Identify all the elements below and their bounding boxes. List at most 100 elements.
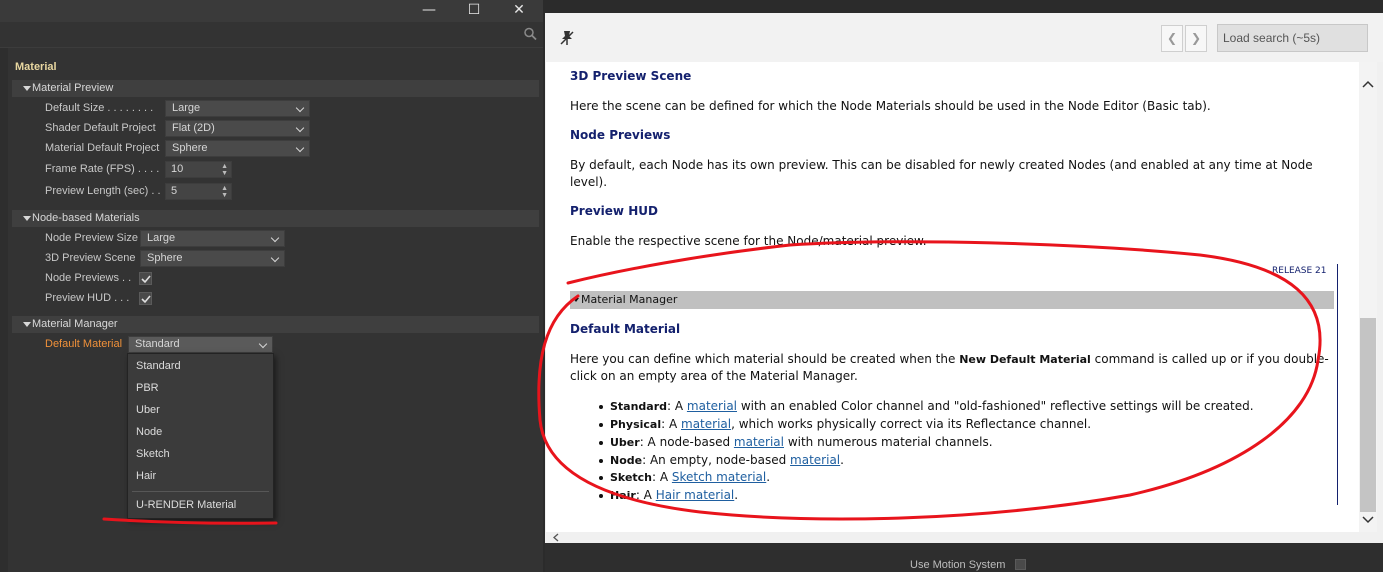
node-preview-size-dropdown[interactable]: Large xyxy=(140,230,285,247)
material-link[interactable]: material xyxy=(790,453,840,467)
nav-forward-button[interactable]: ❯ xyxy=(1185,25,1207,52)
paragraph-node-previews-1: By default, each Node has its own previe… xyxy=(570,158,1313,172)
collapse-triangle-icon xyxy=(23,86,31,91)
bullet-text: : A xyxy=(661,417,681,431)
release-badge: RELEASE 21 xyxy=(1272,266,1327,276)
node-previews-checkbox[interactable] xyxy=(139,272,152,285)
paragraph-default-material-2: click on an empty area of the Material M… xyxy=(570,369,858,383)
menu-item-u-render-material[interactable]: U-RENDER Material xyxy=(136,499,236,511)
dropdown-value: Large xyxy=(147,232,176,244)
menu-item-standard[interactable]: Standard xyxy=(136,360,181,372)
help-toolbar: ❮ ❯ Load search (~5s) xyxy=(545,13,1383,62)
node-preview-size-label: Node Preview Size xyxy=(45,232,138,244)
preview-length-input[interactable]: 5 ▲ ▼ xyxy=(165,183,232,200)
material-link[interactable]: material xyxy=(734,435,784,449)
help-window: ❮ ❯ Load search (~5s) 3D Preview Scene H… xyxy=(545,13,1383,543)
list-item: Uber: A node-based material with numerou… xyxy=(599,434,993,451)
material-manager-bar[interactable]: Material Manager xyxy=(570,291,1334,309)
preview-hud-checkbox[interactable] xyxy=(139,292,152,305)
dropdown-value: Sphere xyxy=(172,142,208,154)
bullet-term: Physical xyxy=(610,418,662,431)
spinner-arrows-icon[interactable]: ▲ ▼ xyxy=(221,185,228,199)
dropdown-value: Flat (2D) xyxy=(172,122,215,134)
default-material-label: Default Material xyxy=(45,338,123,350)
node-previews-label: Node Previews . . xyxy=(45,272,132,284)
bullet-text: : A node-based xyxy=(639,435,734,449)
search-row xyxy=(0,22,543,48)
default-size-label: Default Size . . . . . . . . xyxy=(45,102,154,114)
scroll-up-icon[interactable] xyxy=(1362,80,1374,88)
bullet-term: Standard xyxy=(610,400,668,413)
group-material-preview[interactable]: Material Preview xyxy=(12,80,539,97)
unpin-icon[interactable] xyxy=(560,30,574,46)
list-item: Standard: A material with an enabled Col… xyxy=(599,398,1254,415)
frame-rate-label: Frame Rate (FPS) . . . . xyxy=(45,163,160,175)
chevron-down-icon xyxy=(295,123,305,133)
material-link[interactable]: material xyxy=(687,399,737,413)
title-bar: — ☐ ✕ xyxy=(0,0,543,22)
default-size-dropdown[interactable]: Large xyxy=(165,100,310,117)
hair-material-link[interactable]: Hair material xyxy=(656,488,735,502)
material-default-project-dropdown[interactable]: Sphere xyxy=(165,140,310,157)
horizontal-scrollbar[interactable] xyxy=(546,532,1359,543)
bullet-text: with numerous material channels. xyxy=(784,435,993,449)
search-icon[interactable] xyxy=(523,27,537,41)
heading-node-previews: Node Previews xyxy=(570,128,671,142)
dropdown-value: Sphere xyxy=(147,252,183,264)
bullet-term: Node xyxy=(610,454,643,467)
shader-default-project-dropdown[interactable]: Flat (2D) xyxy=(165,120,310,137)
bullet-text: . xyxy=(840,453,844,467)
scroll-left-icon[interactable] xyxy=(552,533,559,542)
heading-preview-hud: Preview HUD xyxy=(570,204,658,218)
heading-3d-preview-scene: 3D Preview Scene xyxy=(570,69,692,83)
text-segment: Here you can define which material shoul… xyxy=(570,352,960,366)
help-content: 3D Preview Scene Here the scene can be d… xyxy=(546,62,1359,532)
bullet-text: : An empty, node-based xyxy=(642,453,791,467)
load-search-button[interactable]: Load search (~5s) xyxy=(1217,24,1368,52)
dropdown-value: Standard xyxy=(135,338,180,350)
bullet-text: , which works physically correct via its… xyxy=(731,417,1092,431)
heading-default-material: Default Material xyxy=(570,322,681,336)
bullet-text: . xyxy=(766,470,771,484)
list-item: Sketch: A Sketch material. xyxy=(598,469,771,486)
preferences-window: — ☐ ✕ Material Material Preview Default … xyxy=(0,0,543,572)
dropdown-value: Large xyxy=(172,102,201,114)
menu-item-node[interactable]: Node xyxy=(136,426,162,438)
vertical-scrollbar[interactable] xyxy=(1359,62,1377,532)
collapse-triangle-icon xyxy=(23,322,31,327)
default-material-dropdown[interactable]: Standard xyxy=(128,336,273,353)
group-material-manager[interactable]: Material Manager xyxy=(12,316,539,333)
nav-back-button[interactable]: ❮ xyxy=(1161,25,1183,52)
text-segment: command is called up or if you double- xyxy=(1090,352,1329,366)
sketch-material-link[interactable]: Sketch material xyxy=(672,470,766,484)
bullet-text: : A xyxy=(635,488,656,502)
paragraph-preview-hud: Enable the respective scene for the Node… xyxy=(570,234,927,248)
group-node-based-materials[interactable]: Node-based Materials xyxy=(12,210,539,227)
bullet-text: with an enabled Color channel and "old-f… xyxy=(737,399,1254,413)
spinner-arrows-icon[interactable]: ▲ ▼ xyxy=(221,163,228,177)
left-strip xyxy=(0,48,8,572)
menu-item-uber[interactable]: Uber xyxy=(136,404,160,416)
menu-item-hair[interactable]: Hair xyxy=(136,470,156,482)
shader-default-project-label: Shader Default Project xyxy=(45,122,156,134)
preview-scene-3d-dropdown[interactable]: Sphere xyxy=(140,250,285,267)
group-label: Material Manager xyxy=(32,318,118,330)
scrollbar-thumb[interactable] xyxy=(1360,318,1376,512)
material-default-project-label: Material Default Project xyxy=(45,142,160,154)
menu-item-pbr[interactable]: PBR xyxy=(136,382,159,394)
paragraph-preview-scene: Here the scene can be defined for which … xyxy=(570,99,1211,113)
chevron-down-icon xyxy=(295,143,305,153)
close-button[interactable]: ✕ xyxy=(497,0,541,22)
background-panel-top xyxy=(545,0,1383,13)
scroll-down-icon[interactable] xyxy=(1362,516,1374,524)
bullet-term: Hair xyxy=(610,489,636,502)
minimize-button[interactable]: — xyxy=(407,0,451,22)
frame-rate-input[interactable]: 10 ▲ ▼ xyxy=(165,161,232,178)
use-motion-system-checkbox[interactable] xyxy=(1015,559,1026,570)
input-value: 10 xyxy=(171,163,184,175)
maximize-button[interactable]: ☐ xyxy=(452,0,496,22)
list-item: Hair: A Hair material. xyxy=(598,487,738,504)
material-link[interactable]: material xyxy=(681,417,731,431)
menu-item-sketch[interactable]: Sketch xyxy=(136,448,170,460)
group-label: Node-based Materials xyxy=(32,212,140,224)
